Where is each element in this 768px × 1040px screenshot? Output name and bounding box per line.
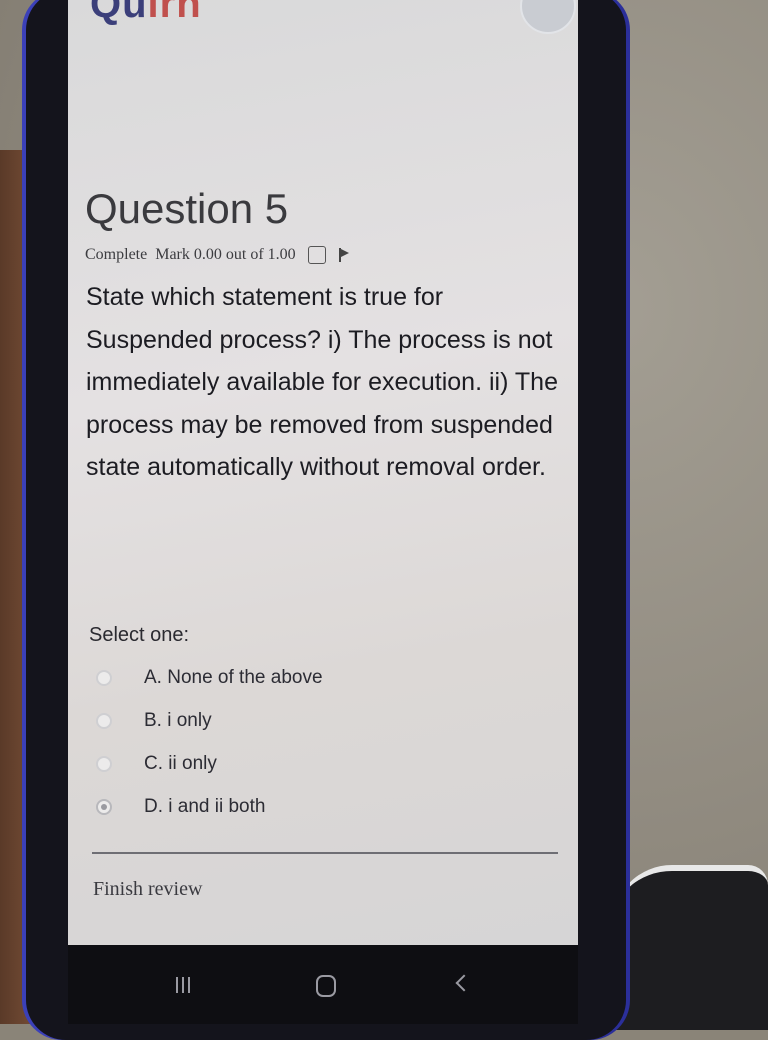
option-d[interactable]: D. i and ii both (96, 785, 323, 828)
option-b-label: B. i only (144, 709, 212, 731)
recent-apps-icon[interactable] (176, 977, 190, 993)
option-c-label: C. ii only (144, 752, 217, 774)
shoe (612, 865, 768, 1030)
question-text: State which statement is true for Suspen… (86, 283, 558, 481)
home-icon[interactable] (316, 975, 336, 997)
phone-screen: Quirn Question 5 Complete Mark 0.00 out … (68, 0, 578, 945)
select-one-label: Select one: (89, 624, 190, 646)
question-status: Complete Mark 0.00 out of 1.00 (85, 246, 350, 264)
answer-options: A. None of the above B. i only C. ii onl… (96, 656, 323, 828)
quirn-logo[interactable]: Quirn (90, 0, 202, 27)
user-avatar-icon[interactable] (520, 0, 576, 34)
option-c[interactable]: C. ii only (96, 742, 323, 785)
radio-b[interactable] (96, 712, 112, 729)
radio-c[interactable] (96, 755, 112, 772)
option-b[interactable]: B. i only (96, 699, 323, 742)
option-a-label: A. None of the above (144, 666, 323, 688)
android-navigation-bar (68, 945, 578, 1024)
question-title: Question 5 (85, 185, 289, 232)
question-state: Complete (85, 246, 148, 263)
question-mark: Mark 0.00 out of 1.00 (155, 246, 296, 263)
radio-a[interactable] (96, 669, 112, 686)
flag-icon[interactable] (338, 248, 350, 262)
option-d-label: D. i and ii both (144, 795, 266, 817)
radio-d-selected[interactable] (96, 798, 112, 815)
flag-checkbox[interactable] (307, 246, 326, 264)
option-a[interactable]: A. None of the above (96, 656, 323, 699)
divider (92, 852, 558, 854)
back-icon[interactable] (455, 974, 473, 992)
finish-review-link[interactable]: Finish review (93, 878, 202, 901)
